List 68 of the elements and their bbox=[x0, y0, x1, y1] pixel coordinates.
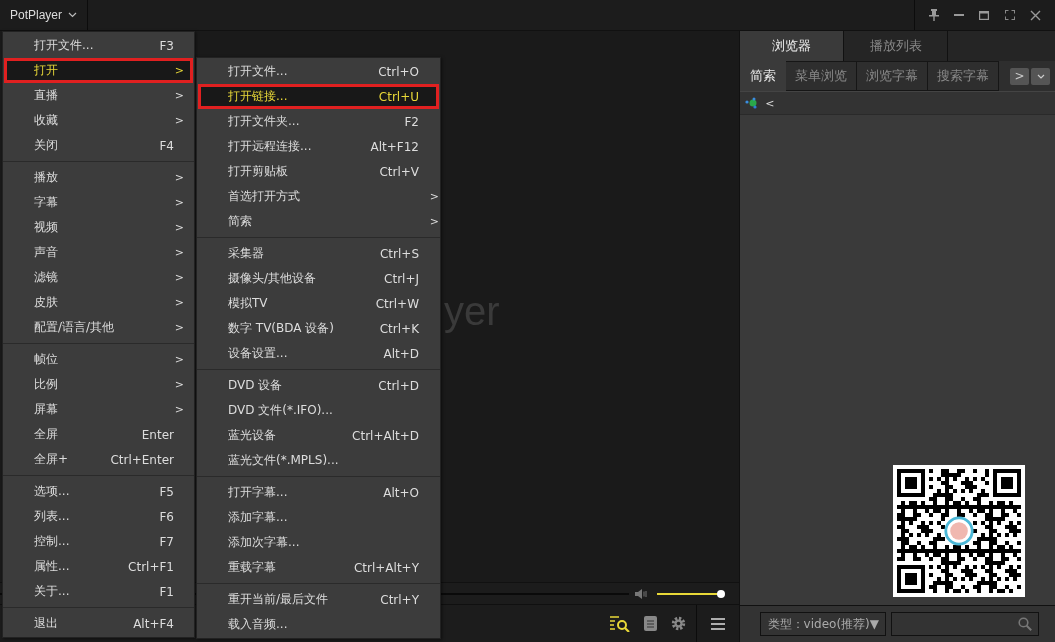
menu-item[interactable]: 播放 > bbox=[4, 165, 193, 190]
menu-item[interactable]: 打开剪贴板 Ctrl+V bbox=[198, 159, 439, 184]
menu-item[interactable]: 首选打开方式 > bbox=[198, 184, 439, 209]
minimize-icon[interactable] bbox=[954, 14, 965, 16]
menu-item[interactable]: 帧位 > bbox=[4, 347, 193, 372]
menu-item[interactable]: 重开当前/最后文件 Ctrl+Y bbox=[198, 587, 439, 612]
menu-item[interactable]: 打开远程连接... Alt+F12 bbox=[198, 134, 439, 159]
document-icon[interactable] bbox=[644, 616, 658, 631]
menu-item[interactable]: 载入音频... bbox=[198, 612, 439, 637]
close-icon[interactable] bbox=[1030, 9, 1042, 21]
fullscreen-icon[interactable] bbox=[1004, 10, 1015, 20]
menu-item[interactable]: 打开文件... Ctrl+O bbox=[198, 59, 439, 84]
volume-slider[interactable] bbox=[657, 592, 722, 595]
menu-item[interactable]: 配置/语言/其他 > bbox=[4, 315, 193, 340]
search-icon bbox=[1018, 617, 1033, 631]
menu-item[interactable]: 蓝光文件(*.MPLS)... bbox=[198, 448, 439, 473]
menu-item[interactable]: 皮肤 > bbox=[4, 290, 193, 315]
menu-item[interactable]: 数字 TV(BDA 设备) Ctrl+K bbox=[198, 316, 439, 341]
pin-icon[interactable] bbox=[928, 9, 939, 21]
menu-item[interactable]: 滤镜 > bbox=[4, 265, 193, 290]
menu-item[interactable]: 打开链接... Ctrl+U bbox=[198, 84, 439, 109]
menu-item[interactable]: 列表... F6 bbox=[4, 504, 193, 529]
app-menu-button[interactable]: PotPlayer bbox=[0, 0, 88, 30]
menu-item[interactable]: 简索 > bbox=[198, 209, 439, 234]
menu-item[interactable]: 打开 > bbox=[4, 58, 193, 83]
panel-subtab[interactable]: 简索 bbox=[740, 61, 787, 91]
menu-item[interactable]: 选项... F5 bbox=[4, 479, 193, 504]
menu-item[interactable]: 模拟TV Ctrl+W bbox=[198, 291, 439, 316]
menu-icon[interactable] bbox=[711, 617, 726, 630]
menu-item[interactable]: 收藏 > bbox=[4, 108, 193, 133]
settings-icon[interactable] bbox=[671, 616, 687, 631]
chevron-down-icon bbox=[68, 12, 77, 18]
menu-item[interactable]: DVD 设备 Ctrl+D bbox=[198, 373, 439, 398]
panel-tab[interactable]: 播放列表 bbox=[844, 31, 949, 61]
maximize-icon[interactable] bbox=[979, 10, 990, 20]
type-dropdown[interactable]: 类型：video(推荐)▼ bbox=[760, 612, 887, 636]
menu-item[interactable]: DVD 文件(*.IFO)... bbox=[198, 398, 439, 423]
menu-item[interactable]: 直播 > bbox=[4, 83, 193, 108]
dropdown-button[interactable] bbox=[1031, 67, 1050, 85]
menu-item[interactable]: 控制... F7 bbox=[4, 529, 193, 554]
speaker-icon[interactable] bbox=[635, 588, 648, 599]
menu-item[interactable]: 全屏+ Ctrl+Enter bbox=[4, 447, 193, 472]
menu-item[interactable]: 属性... Ctrl+F1 bbox=[4, 554, 193, 579]
menu-item[interactable]: 摄像头/其他设备 Ctrl+J bbox=[198, 266, 439, 291]
search-field[interactable] bbox=[891, 612, 1040, 636]
menu-item[interactable]: 蓝光设备 Ctrl+Alt+D bbox=[198, 423, 439, 448]
menu-item[interactable]: 关闭 F4 bbox=[4, 133, 193, 158]
menu-item[interactable]: 打开文件... F3 bbox=[4, 33, 193, 58]
menu-item[interactable]: 关于... F1 bbox=[4, 579, 193, 604]
menu-item[interactable]: 打开文件夹... F2 bbox=[198, 109, 439, 134]
menu-item[interactable]: 全屏 Enter bbox=[4, 422, 193, 447]
panel-tab[interactable]: 浏览器 bbox=[740, 31, 845, 61]
menu-item[interactable]: 设备设置... Alt+D bbox=[198, 341, 439, 366]
back-button[interactable]: < bbox=[765, 96, 775, 110]
chevron-down-icon bbox=[1036, 73, 1045, 79]
menu-item[interactable]: 视频 > bbox=[4, 215, 193, 240]
menu-item[interactable]: 添加次字幕... bbox=[198, 530, 439, 555]
menu-item[interactable]: 添加字幕... bbox=[198, 505, 439, 530]
menu-item[interactable]: 比例 > bbox=[4, 372, 193, 397]
menu-item[interactable]: 退出 Alt+F4 bbox=[4, 611, 193, 636]
menu-item[interactable]: 重载字幕 Ctrl+Alt+Y bbox=[198, 555, 439, 580]
menu-item[interactable]: 声音 > bbox=[4, 240, 193, 265]
menu-item[interactable]: 字幕 > bbox=[4, 190, 193, 215]
menu-item[interactable]: 屏幕 > bbox=[4, 397, 193, 422]
search-list-icon[interactable] bbox=[610, 615, 631, 632]
menu-item[interactable]: 打开字幕... Alt+O bbox=[198, 480, 439, 505]
next-button[interactable]: > bbox=[1010, 67, 1029, 85]
menu-item[interactable]: 采集器 Ctrl+S bbox=[198, 241, 439, 266]
